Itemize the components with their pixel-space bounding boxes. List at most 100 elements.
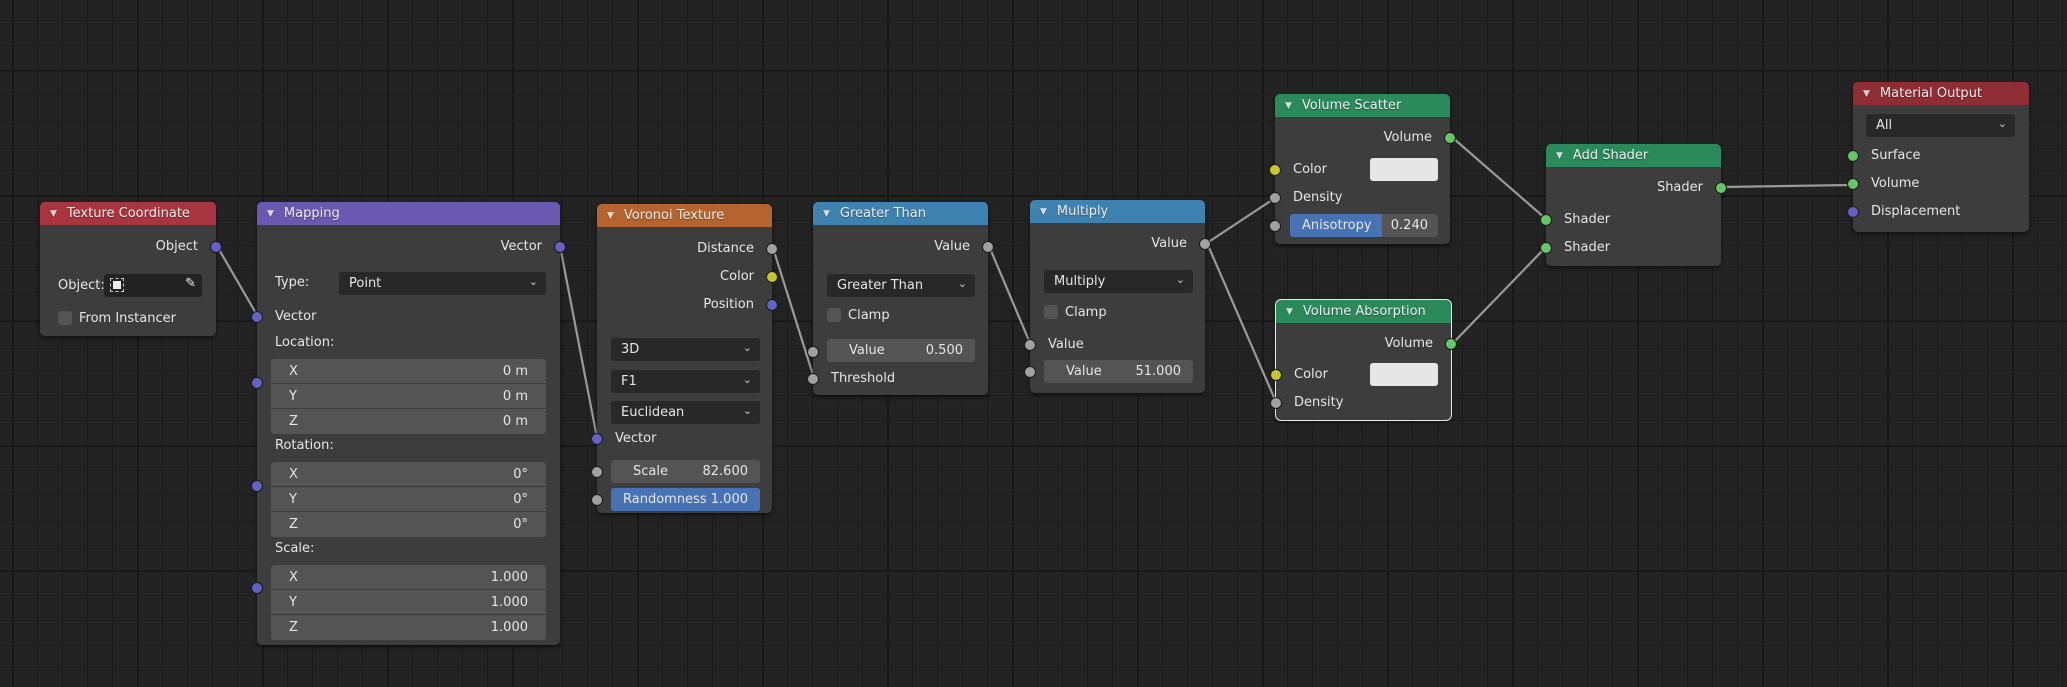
scale-z-field[interactable]: Z 1.000	[271, 615, 546, 640]
socket-displacement-input[interactable]	[1847, 206, 1859, 218]
location-z-field[interactable]: Z 0 m	[271, 409, 546, 434]
scale-x-field[interactable]: X 1.000	[271, 565, 546, 590]
socket-value-input[interactable]	[807, 346, 819, 358]
socket-value-output[interactable]	[982, 241, 994, 253]
socket-color-output[interactable]	[766, 271, 778, 283]
text-label: 1.000	[490, 594, 528, 610]
node-volume-scatter[interactable]: ▼ Volume Scatter Volume Color Density An…	[1269, 94, 1456, 244]
link-voronoi-greaterthan[interactable]	[771, 246, 815, 377]
collapse-triangle-icon[interactable]: ▼	[50, 209, 57, 219]
location-x-field[interactable]: X 0 m	[271, 359, 546, 384]
collapse-triangle-icon[interactable]: ▼	[607, 211, 614, 221]
socket-object-output[interactable]	[210, 241, 222, 253]
checkbox-icon[interactable]	[827, 308, 841, 322]
node-multiply[interactable]: ▼ Multiply Value Multiply ⌄ Clamp Value V…	[1024, 200, 1211, 393]
randomness-slider[interactable]: Randomness 1.000	[611, 488, 760, 511]
socket-vector-input[interactable]	[591, 433, 603, 445]
socket-location-input[interactable]	[251, 377, 263, 389]
socket-scale-input[interactable]	[251, 582, 263, 594]
object-picker[interactable]: ✎	[104, 274, 202, 297]
node-header[interactable]: ▼ Greater Than	[813, 202, 988, 225]
rotation-x-field[interactable]: X 0°	[271, 462, 546, 487]
scale-y-field[interactable]: Y 1.000	[271, 590, 546, 615]
socket-volume-output[interactable]	[1444, 132, 1456, 144]
color-swatch[interactable]	[1370, 363, 1438, 386]
eyedropper-icon[interactable]: ✎	[185, 276, 196, 291]
node-greater-than[interactable]: ▼ Greater Than Value Greater Than ⌄ Clamp…	[807, 202, 994, 395]
node-header[interactable]: ▼ Volume Absorption	[1276, 300, 1451, 323]
socket-volume-input[interactable]	[1847, 178, 1859, 190]
socket-randomness-input[interactable]	[591, 494, 603, 506]
socket-vector-input[interactable]	[251, 311, 263, 323]
socket-density-input[interactable]	[1270, 397, 1282, 409]
anisotropy-slider[interactable]: Anisotropy 0.240	[1290, 214, 1438, 237]
socket-shader2-input[interactable]	[1540, 242, 1552, 254]
value-field[interactable]: Value 0.500	[827, 339, 975, 362]
socket-shader1-input[interactable]	[1540, 214, 1552, 226]
link-greaterthan-multiply[interactable]	[987, 244, 1032, 345]
node-header[interactable]: ▼ Mapping	[257, 202, 560, 225]
operation-dropdown[interactable]: Greater Than ⌄	[827, 274, 975, 297]
link-multiply-absorption[interactable]	[1205, 241, 1278, 404]
socket-shader-output[interactable]	[1715, 182, 1727, 194]
node-header[interactable]: ▼ Texture Coordinate	[40, 202, 216, 225]
collapse-triangle-icon[interactable]: ▼	[1863, 89, 1870, 99]
link-scatter-addshader[interactable]	[1451, 136, 1548, 221]
collapse-triangle-icon[interactable]: ▼	[1040, 207, 1047, 217]
scale-field[interactable]: Scale 82.600	[611, 460, 760, 483]
node-volume-absorption[interactable]: ▼ Volume Absorption Volume Color Density	[1270, 299, 1457, 421]
socket-value-input[interactable]	[1024, 339, 1036, 351]
socket-distance-output[interactable]	[766, 243, 778, 255]
link-absorption-addshader[interactable]	[1451, 245, 1548, 345]
metric-dropdown[interactable]: Euclidean ⌄	[611, 401, 760, 424]
node-voronoi-texture[interactable]: ▼ Voronoi Texture Distance Color Positio…	[591, 204, 778, 513]
socket-scale-input[interactable]	[591, 466, 603, 478]
socket-color-input[interactable]	[1270, 369, 1282, 381]
socket-value2-input[interactable]	[1024, 366, 1036, 378]
link-texcoord-mapping[interactable]	[215, 244, 259, 317]
node-header[interactable]: ▼ Voronoi Texture	[597, 204, 772, 227]
socket-density-input[interactable]	[1269, 192, 1281, 204]
socket-surface-input[interactable]	[1847, 150, 1859, 162]
checkbox-icon[interactable]	[58, 311, 72, 325]
node-mapping[interactable]: ▼ Mapping Vector Type: Point ⌄ Vector Lo…	[251, 202, 566, 645]
socket-rotation-input[interactable]	[251, 480, 263, 492]
checkbox-icon[interactable]	[1044, 305, 1058, 319]
collapse-triangle-icon[interactable]: ▼	[1286, 307, 1293, 317]
collapse-triangle-icon[interactable]: ▼	[267, 209, 274, 219]
socket-vector-output[interactable]	[554, 241, 566, 253]
collapse-triangle-icon[interactable]: ▼	[1556, 151, 1563, 161]
node-header[interactable]: ▼ Multiply	[1030, 200, 1205, 223]
rotation-y-field[interactable]: Y 0°	[271, 487, 546, 512]
type-dropdown[interactable]: Point ⌄	[339, 272, 546, 295]
socket-position-output[interactable]	[766, 299, 778, 311]
socket-threshold-input[interactable]	[807, 373, 819, 385]
node-texture-coordinate[interactable]: ▼ Texture Coordinate Object Object: ✎ Fr…	[40, 202, 222, 336]
link-mapping-voronoi[interactable]	[558, 244, 599, 440]
socket-value-output[interactable]	[1199, 238, 1211, 250]
rotation-z-field[interactable]: Z 0°	[271, 512, 546, 537]
checkbox-label: From Instancer	[79, 310, 176, 326]
operation-dropdown[interactable]: Multiply ⌄	[1044, 270, 1193, 293]
color-swatch[interactable]	[1370, 158, 1438, 181]
node-header[interactable]: ▼ Material Output	[1853, 82, 2029, 105]
feature-dropdown[interactable]: F1 ⌄	[611, 370, 760, 393]
dimensions-dropdown[interactable]: 3D ⌄	[611, 338, 760, 361]
socket-anisotropy-input[interactable]	[1269, 220, 1281, 232]
from-instancer-checkbox[interactable]: From Instancer	[40, 307, 216, 329]
clamp-checkbox[interactable]: Clamp	[809, 304, 988, 326]
link-addshader-output[interactable]	[1721, 183, 1854, 189]
node-header[interactable]: ▼ Volume Scatter	[1275, 94, 1450, 117]
location-y-field[interactable]: Y 0 m	[271, 384, 546, 409]
socket-color-input[interactable]	[1269, 164, 1281, 176]
node-add-shader[interactable]: ▼ Add Shader Shader Shader Shader	[1540, 144, 1727, 266]
collapse-triangle-icon[interactable]: ▼	[1285, 101, 1292, 111]
target-dropdown[interactable]: All ⌄	[1866, 114, 2015, 137]
node-material-output[interactable]: ▼ Material Output All ⌄ Surface Volume Di…	[1847, 82, 2029, 232]
value-field[interactable]: Value 51.000	[1044, 360, 1193, 383]
collapse-triangle-icon[interactable]: ▼	[823, 209, 830, 219]
node-header[interactable]: ▼ Add Shader	[1546, 144, 1721, 167]
clamp-checkbox[interactable]: Clamp	[1026, 301, 1205, 323]
socket-volume-output[interactable]	[1445, 338, 1457, 350]
link-multiply-scatter[interactable]	[1205, 196, 1277, 245]
